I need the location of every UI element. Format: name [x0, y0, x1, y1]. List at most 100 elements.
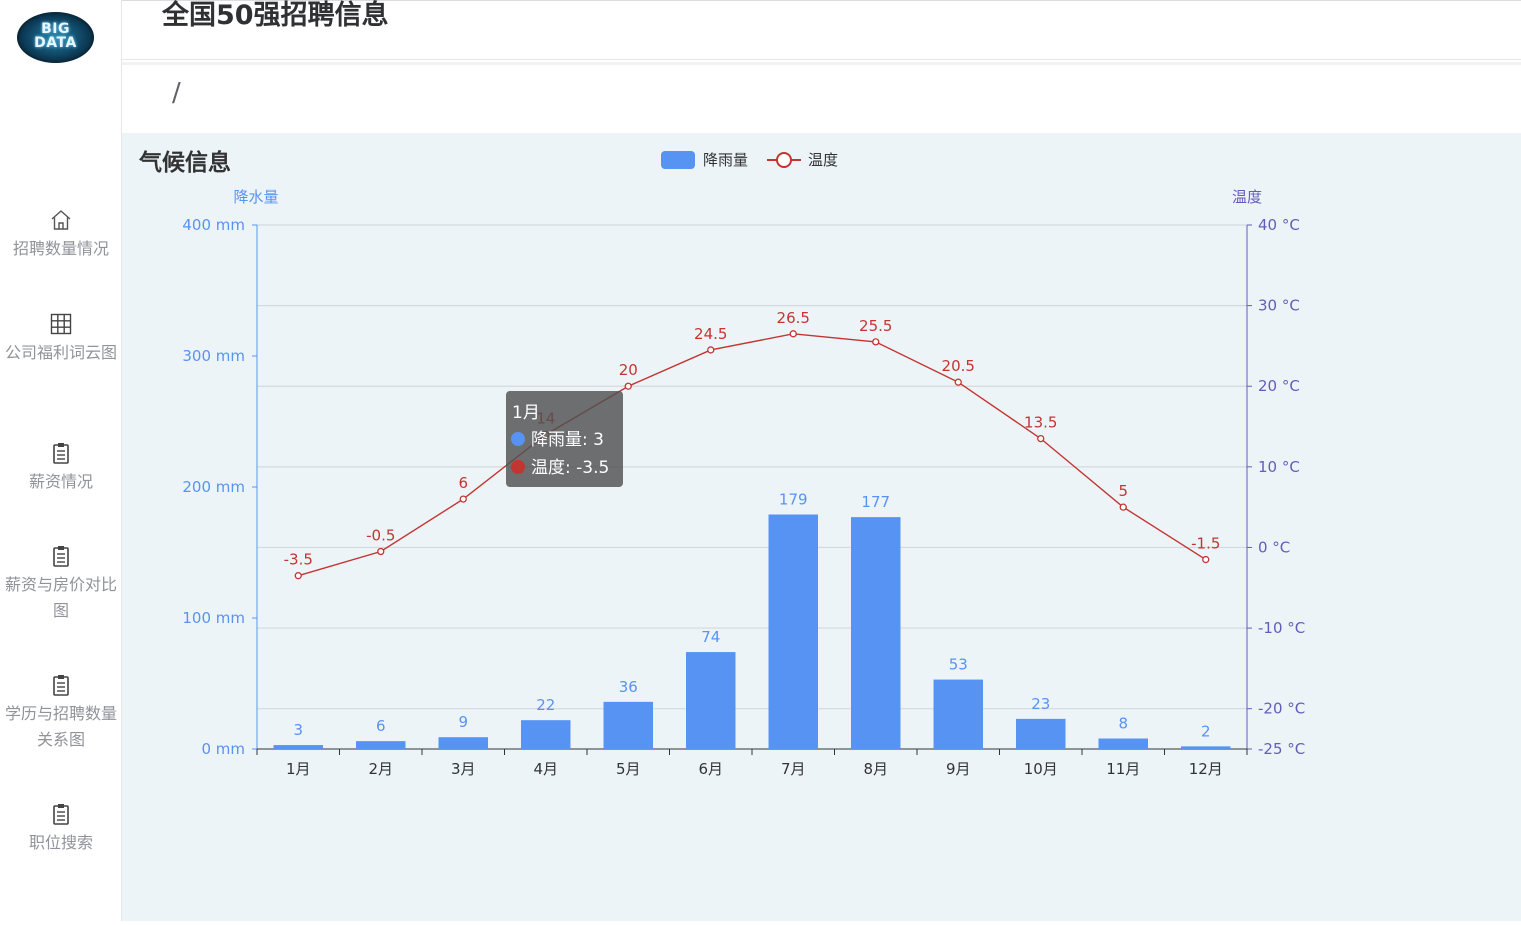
legend-label-rain[interactable]: 降雨量 — [703, 151, 748, 169]
logo-text-line1: BIG — [41, 21, 70, 37]
home-icon — [51, 210, 71, 230]
rain-bar-label: 2 — [1201, 722, 1211, 740]
temp-point — [1202, 555, 1210, 564]
sidebar-item-welfare-wordcloud[interactable]: 公司福利词云图 — [0, 312, 122, 366]
left-axis-tick-label: 400 mm — [182, 216, 245, 234]
x-axis-tick-label: 10月 — [1024, 760, 1058, 778]
temp-point-label: 24.5 — [694, 325, 727, 343]
sidebar-item-label: 学历与招聘数量关系图 — [4, 704, 117, 749]
tooltip-rain-marker — [511, 432, 525, 446]
rain-bar — [521, 720, 571, 749]
chart-legend: 降雨量 温度 — [661, 151, 838, 169]
tooltip-temp-value: 温度: -3.5 — [531, 458, 609, 478]
temp-point — [789, 330, 797, 338]
rain-bar-label: 22 — [536, 696, 555, 714]
climate-chart[interactable]: 气候信息 降雨量 温度 降水量 温度 0 mm 100 mm 200 mm 300 m… — [122, 133, 1521, 921]
right-axis: -25 °C -20 °C -10 °C 0 °C 10 °C 20 °C 30 °C 40 … — [1246, 216, 1305, 758]
rain-bar — [933, 679, 983, 749]
sidebar-item-label: 招聘数量情况 — [12, 239, 109, 258]
tooltip-rain-value: 降雨量: 3 — [531, 430, 604, 450]
rain-bar-label: 74 — [701, 628, 720, 646]
rain-bar-label: 179 — [779, 491, 808, 509]
tooltip-temp-marker — [511, 460, 525, 474]
legend-swatch-temp-dot — [776, 152, 792, 168]
temp-point-label: 13.5 — [1024, 414, 1057, 432]
sidebar-item-education-vs-recruit[interactable]: 学历与招聘数量关系图 — [0, 673, 122, 753]
left-axis: 0 mm 100 mm 200 mm 300 mm 400 mm — [182, 216, 258, 758]
x-axis-tick-label: 12月 — [1189, 760, 1223, 778]
rain-bar — [686, 652, 736, 749]
temp-point — [624, 382, 632, 390]
clipboard-icon — [53, 443, 69, 464]
legend-label-temp[interactable]: 温度 — [808, 151, 838, 169]
temp-point-label: 26.5 — [777, 309, 810, 327]
header-bar: 全国50强招聘信息 — [122, 0, 1521, 60]
x-axis-tick-label: 5月 — [616, 760, 641, 778]
temp-point — [707, 346, 715, 354]
x-axis-tick-label: 4月 — [533, 760, 558, 778]
left-axis-tick-label: 0 mm — [201, 740, 245, 758]
rain-bar — [603, 701, 653, 749]
sidebar-item-label: 公司福利词云图 — [4, 343, 117, 362]
page-title: 全国50强招聘信息 — [162, 0, 389, 31]
clipboard-icon — [53, 546, 69, 567]
rain-bar-label: 23 — [1031, 695, 1050, 713]
sidebar: BIG DATA 招聘数量情况 公司福利词云图 薪资情况 薪资与房价对比图 学历… — [0, 0, 122, 921]
big-data-logo[interactable]: BIG DATA — [17, 12, 94, 63]
rain-bar-label: 3 — [293, 721, 303, 739]
chart-tooltip: 1月 降雨量: 3 温度: -3.5 — [506, 391, 623, 487]
rain-bar — [356, 741, 406, 749]
right-axis-tick-label: 0 °C — [1258, 538, 1290, 556]
sidebar-item-recruit-count[interactable]: 招聘数量情况 — [0, 208, 122, 262]
right-axis-label: 温度 — [1232, 188, 1262, 206]
temp-point-label: 25.5 — [859, 317, 892, 335]
right-axis-tick-label: -10 °C — [1258, 619, 1305, 637]
x-axis-tick-label: 6月 — [698, 760, 723, 778]
left-axis-label: 降水量 — [233, 188, 278, 206]
legend-swatch-rain[interactable] — [661, 151, 695, 169]
sidebar-item-label: 薪资情况 — [28, 472, 93, 491]
sidebar-item-job-search[interactable]: 职位搜索 — [0, 802, 122, 856]
temp-point-label: -1.5 — [1191, 535, 1220, 553]
rain-bar — [1016, 718, 1066, 749]
rain-bar — [768, 514, 818, 749]
right-axis-tick-label: -20 °C — [1258, 700, 1305, 718]
x-axis-tick-label: 1月 — [286, 760, 311, 778]
temp-point-label: 20 — [619, 361, 638, 379]
right-axis-tick-label: 20 °C — [1258, 377, 1300, 395]
rain-bar-label: 36 — [619, 678, 638, 696]
rain-bar — [1181, 746, 1231, 749]
chart-panel: 气候信息 降雨量 温度 降水量 温度 0 mm 100 mm 200 mm 300 m… — [122, 133, 1521, 921]
right-axis-tick-label: 30 °C — [1258, 297, 1300, 315]
x-axis: 1月 2月 3月 4月 5月 6月 7月 8月 9月 10月 11月 12月 — [256, 748, 1248, 778]
x-axis-tick-label: 3月 — [451, 760, 476, 778]
temp-point — [459, 495, 467, 503]
temp-line-path — [298, 333, 1207, 577]
left-axis-tick-label: 200 mm — [182, 478, 245, 496]
rain-bar — [1098, 738, 1148, 749]
chart-title: 气候信息 — [138, 149, 231, 176]
chart-grid — [257, 224, 1247, 710]
temp-point-label: 5 — [1118, 482, 1128, 500]
logo-text-line2: DATA — [34, 35, 77, 51]
sidebar-item-salary[interactable]: 薪资情况 — [0, 441, 122, 495]
rain-bar — [851, 517, 901, 749]
tooltip-category: 1月 — [512, 403, 540, 423]
clipboard-icon — [53, 804, 69, 825]
right-axis-tick-label: 40 °C — [1258, 216, 1300, 234]
temp-point-label: 20.5 — [942, 357, 975, 375]
grid-icon — [50, 313, 72, 335]
rain-bar-label: 53 — [949, 656, 968, 674]
rain-bar-label: 8 — [1118, 715, 1128, 733]
temp-point-label: 6 — [458, 474, 468, 492]
rain-bar-label: 6 — [376, 717, 386, 735]
x-axis-tick-label: 2月 — [368, 760, 393, 778]
x-axis-tick-label: 9月 — [946, 760, 971, 778]
breadcrumb: / — [172, 78, 181, 108]
rain-bar — [438, 737, 488, 749]
x-axis-tick-label: 7月 — [781, 760, 806, 778]
rain-bars: 3 6 9223674179 17753238 2 — [273, 491, 1231, 749]
sidebar-item-salary-vs-housing[interactable]: 薪资与房价对比图 — [0, 544, 122, 624]
temp-line: -3.5-0.56142024.526.525.520.513.55-1.5 — [284, 309, 1220, 580]
temp-point-label: -0.5 — [366, 526, 395, 544]
